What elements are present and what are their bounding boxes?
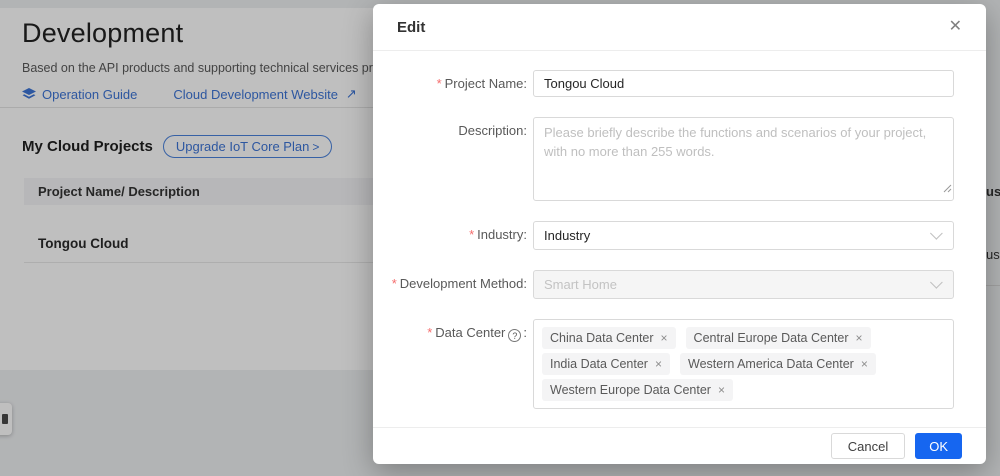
- tag-label: China Data Center: [550, 327, 654, 349]
- form-row-data-center: *Data Center?:China Data Center×Central …: [373, 319, 986, 409]
- required-asterisk: *: [437, 76, 442, 91]
- field-label: *Industry:: [373, 221, 533, 242]
- field-label-colon: :: [523, 123, 527, 138]
- data-center-tag: China Data Center ×: [542, 327, 676, 349]
- edit-form: *Project Name:Description:*Industry:Indu…: [373, 51, 986, 409]
- ok-button[interactable]: OK: [915, 433, 962, 459]
- field-label-text: Industry: [477, 227, 523, 242]
- tag-close-icon[interactable]: ×: [856, 332, 863, 344]
- form-row-development-method: *Development Method: Smart Home: [373, 270, 986, 299]
- data-center-tag: Central Europe Data Center ×: [686, 327, 871, 349]
- cancel-button[interactable]: Cancel: [831, 433, 905, 459]
- field-label: Description:: [373, 117, 533, 138]
- field-label: *Development Method:: [373, 270, 533, 291]
- close-icon[interactable]: ✕: [949, 19, 962, 35]
- select-value: Smart Home: [544, 277, 617, 292]
- chevron-down-icon: [930, 276, 943, 289]
- field-label-text: Development Method: [400, 276, 524, 291]
- edit-project-dialog: Edit ✕ *Project Name:Description:*Indust…: [373, 4, 986, 464]
- tag-close-icon[interactable]: ×: [661, 332, 668, 344]
- field-label-colon: :: [523, 76, 527, 91]
- field-label-text: Description: [458, 123, 523, 138]
- dialog-title: Edit: [397, 19, 425, 36]
- help-icon[interactable]: ?: [508, 329, 521, 342]
- field-label: *Project Name:: [373, 70, 533, 91]
- data-center-tag: Western America Data Center ×: [680, 353, 876, 375]
- data-center-multiselect[interactable]: China Data Center×Central Europe Data Ce…: [533, 319, 954, 409]
- required-asterisk: *: [392, 276, 397, 291]
- form-row-project-name: *Project Name:: [373, 70, 986, 97]
- field-control: Smart Home: [533, 270, 954, 299]
- data-center-tag: India Data Center ×: [542, 353, 670, 375]
- field-control: China Data Center×Central Europe Data Ce…: [533, 319, 954, 409]
- field-label: *Data Center?:: [373, 319, 533, 342]
- tag-label: Western Europe Data Center: [550, 379, 711, 401]
- required-asterisk: *: [469, 227, 474, 242]
- chevron-down-icon: [930, 227, 943, 240]
- data-center-tag: Western Europe Data Center ×: [542, 379, 733, 401]
- select-value: Industry: [544, 228, 590, 243]
- form-row-description: Description:: [373, 117, 986, 201]
- field-label-colon: :: [523, 325, 527, 340]
- development-method-select: Smart Home: [533, 270, 954, 299]
- industry-select[interactable]: Industry: [533, 221, 954, 250]
- field-label-text: Project Name: [445, 76, 524, 91]
- tag-close-icon[interactable]: ×: [861, 358, 868, 370]
- tag-close-icon[interactable]: ×: [655, 358, 662, 370]
- project-name-input[interactable]: [533, 70, 954, 97]
- tag-label: Western America Data Center: [688, 353, 854, 375]
- field-control: Industry: [533, 221, 954, 250]
- field-label-text: Data Center: [435, 325, 505, 340]
- field-control: [533, 70, 954, 97]
- required-asterisk: *: [427, 325, 432, 340]
- tag-label: India Data Center: [550, 353, 648, 375]
- tag-close-icon[interactable]: ×: [718, 384, 725, 396]
- form-row-industry: *Industry:Industry: [373, 221, 986, 250]
- field-label-colon: :: [523, 276, 527, 291]
- field-control: [533, 117, 954, 201]
- description-textarea[interactable]: [533, 117, 954, 201]
- field-label-colon: :: [523, 227, 527, 242]
- tag-label: Central Europe Data Center: [694, 327, 849, 349]
